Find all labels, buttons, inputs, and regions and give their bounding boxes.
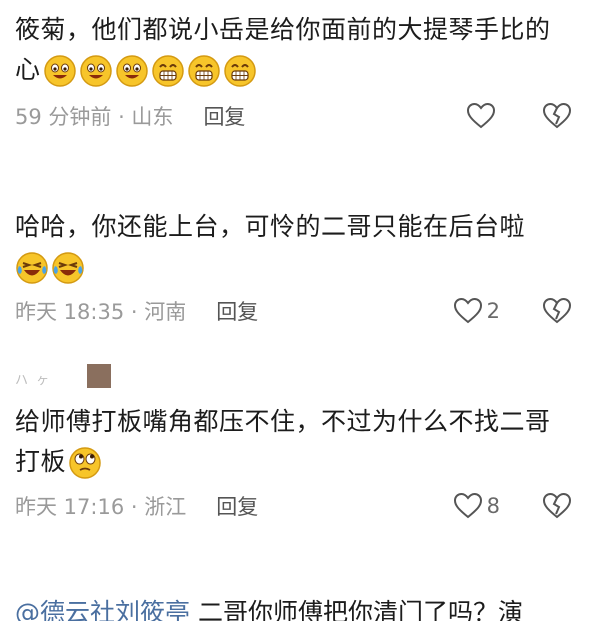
laugh-cry-emoji [16, 252, 48, 284]
comment-partial: @德云社刘筱亭 二哥你师傅把你清门了吗？演 [15, 593, 523, 621]
smile-face-emoji [115, 55, 148, 87]
comment-time: 昨天 18:35 · 河南 [15, 300, 187, 324]
comment-text: 给师傅打板嘴角都压不住，不过为什么不找二哥打板 [15, 402, 555, 482]
comment-meta: 昨天 17:16 · 浙江 回复 [15, 490, 258, 522]
grin-face-emoji [151, 55, 184, 87]
like-button[interactable]: 2 [453, 295, 500, 327]
comment-text: 筱菊，他们都说小岳是给你面前的大提琴手比的心 [15, 10, 555, 90]
smile-face-emoji [79, 55, 112, 87]
mention-link[interactable]: @德云社刘筱亭 [15, 598, 190, 621]
heart-icon [453, 297, 482, 324]
smile-face-emoji [43, 55, 76, 87]
comment-body: 哈哈，你还能上台，可怜的二哥只能在后台啦 [15, 212, 526, 241]
like-count: 2 [486, 299, 500, 323]
reply-button[interactable]: 回复 [216, 491, 258, 521]
dislike-button[interactable] [542, 490, 572, 522]
user-header-stub: ハ ヶ [15, 360, 112, 388]
comment-time: 昨天 17:16 · 浙江 [15, 495, 187, 519]
comment-thread: 筱菊，他们都说小岳是给你面前的大提琴手比的心 59 分钟前 · 山东 回复 哈哈… [0, 0, 600, 621]
broken-heart-icon [542, 492, 572, 519]
heart-icon [453, 492, 482, 519]
rolling-eyes-emoji [69, 447, 101, 479]
reply-button[interactable]: 回复 [216, 296, 258, 326]
emoji-group [68, 446, 102, 480]
broken-heart-icon [542, 297, 572, 324]
like-button[interactable]: 8 [453, 490, 500, 522]
heart-icon [466, 102, 496, 129]
comment-meta: 59 分钟前 · 山东 回复 [15, 100, 245, 132]
comment-text: 哈哈，你还能上台，可怜的二哥只能在后台啦 [15, 207, 555, 287]
comment-body: 二哥你师傅把你清门了吗？演 [190, 598, 523, 621]
like-count: 8 [486, 494, 500, 518]
like-button[interactable] [466, 100, 500, 132]
broken-heart-icon [542, 102, 572, 129]
grin-face-emoji [223, 55, 256, 87]
emoji-group [43, 54, 257, 88]
username[interactable]: ハ ヶ [15, 369, 51, 388]
dislike-button[interactable] [542, 100, 572, 132]
dislike-button[interactable] [542, 295, 572, 327]
laugh-cry-emoji [52, 252, 84, 284]
comment-meta: 昨天 18:35 · 河南 回复 [15, 295, 258, 327]
reply-button[interactable]: 回复 [203, 101, 245, 131]
avatar[interactable] [87, 364, 112, 388]
comment-time: 59 分钟前 · 山东 [15, 105, 174, 129]
emoji-group [15, 251, 85, 285]
grin-face-emoji [187, 55, 220, 87]
